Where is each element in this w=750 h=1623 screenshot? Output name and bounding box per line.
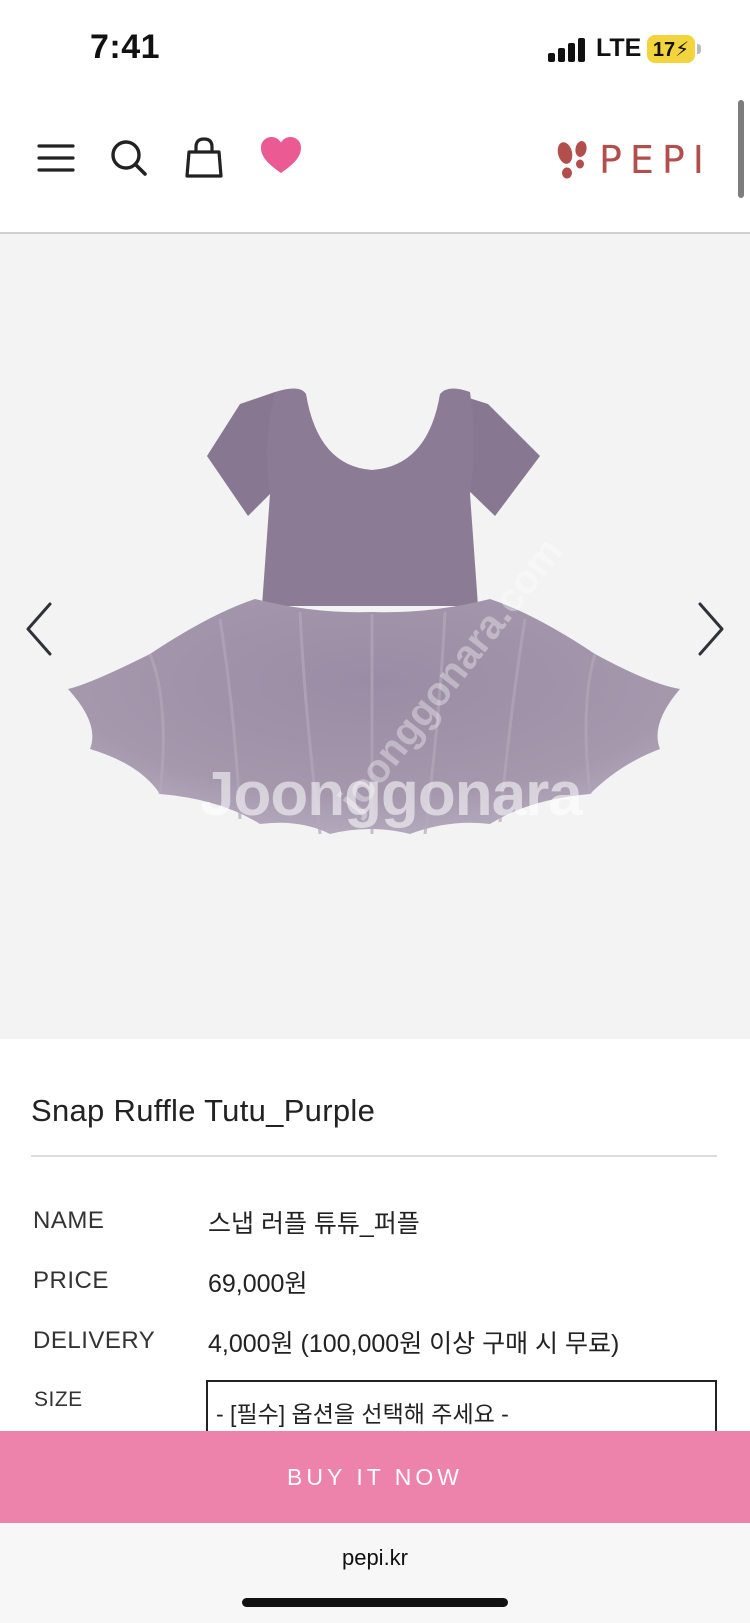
footprints-icon [557,141,587,179]
cellular-signal-icon [548,36,588,62]
menu-icon[interactable] [34,136,78,180]
chevron-left-icon[interactable] [20,594,60,664]
status-time: 7:41 [90,28,161,66]
delivery-label: DELIVERY [33,1327,156,1354]
battery-level: 17⚡ [652,39,690,61]
site-header: PEPI [0,100,750,234]
status-bar: 7:41 LTE 17⚡ [0,0,750,100]
search-icon[interactable] [107,136,151,180]
price-label: PRICE [33,1267,109,1294]
battery-cap [697,44,701,54]
delivery-value: 4,000원 (100,000원 이상 구매 시 무료) [208,1330,620,1358]
heart-icon[interactable] [259,134,303,178]
page-scrollbar[interactable] [738,100,744,198]
network-type: LTE [596,34,642,62]
name-value: 스냅 러플 튜튜_퍼플 [208,1210,420,1238]
name-label: NAME [33,1207,105,1234]
divider [31,1155,717,1157]
home-indicator[interactable] [242,1598,508,1607]
size-select-placeholder: - [필수] 옵션을 선택해 주세요 - [216,1401,509,1427]
size-label: SIZE [34,1388,83,1411]
brand-logo[interactable]: PEPI [555,138,712,182]
product-info: Snap Ruffle Tutu_Purple NAME 스냅 러플 튜튜_퍼플… [0,1039,750,1440]
product-gallery: Joonggonara joonggonara.com [0,234,750,1039]
shopping-bag-icon[interactable] [182,136,226,180]
price-value: 69,000원 [208,1270,308,1298]
buy-now-button[interactable]: BUY IT NOW [0,1431,750,1523]
battery-icon: 17⚡ [647,35,695,63]
url-text[interactable]: pepi.kr [0,1545,750,1571]
product-title: Snap Ruffle Tutu_Purple [31,1093,376,1128]
product-image [68,388,680,835]
chevron-right-icon[interactable] [690,594,730,664]
buy-bar: BUY IT NOW [0,1431,750,1523]
browser-url-bar: pepi.kr [0,1523,750,1623]
logo-text: PEPI [598,138,712,182]
